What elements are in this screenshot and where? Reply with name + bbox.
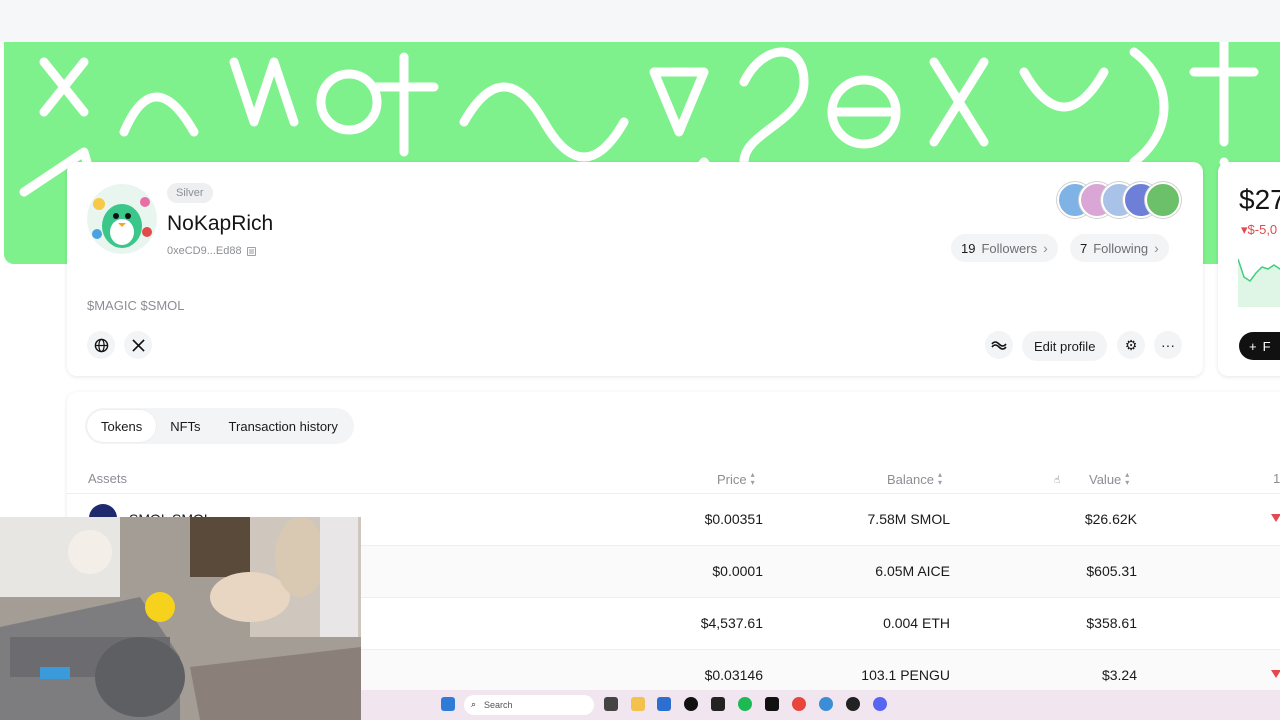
portfolio-change-value: $-5,0: [1247, 222, 1278, 237]
capcut-icon[interactable]: [711, 697, 725, 711]
token-value: $358.61: [1086, 615, 1137, 631]
edge-icon[interactable]: [819, 697, 833, 711]
discord-icon[interactable]: [873, 697, 887, 711]
share-button[interactable]: [985, 331, 1013, 359]
column-price[interactable]: Price ▴ ▾: [717, 471, 755, 487]
following-link[interactable]: 7 Following ›: [1070, 234, 1169, 262]
taskbar-search-placeholder: Search: [484, 700, 513, 710]
copy-icon[interactable]: [246, 246, 256, 256]
plus-icon: +: [1249, 338, 1257, 354]
column-value[interactable]: Value ▴ ▾: [1089, 471, 1129, 487]
portfolio-value-card: $27 ▾$-5,0 + F: [1218, 162, 1280, 376]
windows-start-icon[interactable]: [441, 697, 455, 711]
sort-icon: ▴ ▾: [1125, 470, 1130, 487]
token-balance: 103.1 PENGU: [861, 667, 950, 683]
spotify-icon[interactable]: [738, 697, 752, 711]
x-social-button[interactable]: [124, 331, 152, 359]
task-view-icon[interactable]: [604, 697, 618, 711]
more-options-button[interactable]: ···: [1154, 331, 1182, 359]
gear-icon: ⚙: [1124, 336, 1138, 353]
taskbar: ⌕ Search: [361, 690, 1280, 720]
tier-badge: Silver: [167, 183, 213, 203]
followers-label: Followers: [981, 240, 1038, 256]
token-balance: 0.004 ETH: [883, 615, 950, 631]
token-price: $0.0001: [712, 563, 763, 579]
chrome-icon[interactable]: [792, 697, 806, 711]
sort-icon: ▴ ▾: [937, 470, 942, 487]
portfolio-value: $27: [1239, 184, 1280, 215]
portfolio-sparkline: [1238, 258, 1280, 307]
file-explorer-icon[interactable]: [631, 697, 645, 711]
following-count: 7: [1080, 240, 1088, 256]
token-balance: 6.05M AICE: [875, 563, 950, 579]
mail-icon[interactable]: [657, 697, 671, 711]
token-price: $4,537.61: [700, 615, 763, 631]
token-value: $26.62K: [1084, 511, 1137, 527]
obs-icon[interactable]: [846, 697, 860, 711]
edit-profile-button[interactable]: Edit profile: [1022, 331, 1108, 361]
tiktok-icon[interactable]: [765, 697, 779, 711]
token-balance: 7.58M SMOL: [867, 511, 950, 527]
trend-down-icon: [1271, 670, 1280, 678]
tab-transaction-history[interactable]: Transaction history: [215, 410, 352, 442]
token-price: $0.00351: [704, 511, 763, 527]
wave-icon: [991, 341, 1007, 350]
trend-down-icon: [1271, 514, 1280, 522]
profile-username: NoKapRich: [167, 212, 274, 235]
more-horizontal-icon: ···: [1161, 337, 1175, 353]
globe-icon: [94, 338, 108, 352]
tab-nfts[interactable]: NFTs: [156, 410, 214, 442]
token-value: $605.31: [1086, 563, 1137, 579]
alien-app-icon[interactable]: [684, 697, 698, 711]
chevron-right-icon: ›: [1154, 240, 1159, 256]
table-header: Assets Price ▴ ▾ Balance ▴ ▾ Value ▴ ▾ 1: [67, 464, 1280, 494]
profile-bio: $MAGIC $SMOL: [87, 298, 185, 313]
portfolio-change: ▾$-5,0: [1241, 222, 1278, 237]
wallet-address[interactable]: 0xeCD9...Ed88: [167, 245, 256, 257]
mouse-cursor-icon: ☝: [1054, 475, 1061, 486]
column-balance[interactable]: Balance ▴ ▾: [887, 471, 942, 487]
badge-stack[interactable]: [1057, 182, 1183, 218]
column-extra: 1: [1273, 471, 1280, 486]
wallet-address-text: 0xeCD9...Ed88: [167, 245, 242, 257]
x-logo-icon: [131, 338, 145, 352]
settings-button[interactable]: ⚙: [1117, 331, 1145, 359]
badge-icon: [1145, 182, 1181, 218]
taskbar-search[interactable]: ⌕ Search: [464, 695, 594, 715]
followers-count: 19: [961, 240, 976, 256]
follow-button[interactable]: + F: [1239, 332, 1280, 360]
chevron-right-icon: ›: [1043, 240, 1048, 256]
followers-link[interactable]: 19 Followers ›: [951, 234, 1058, 262]
tab-tokens[interactable]: Tokens: [87, 410, 157, 442]
sort-icon: ▴ ▾: [750, 470, 755, 487]
search-icon: ⌕: [471, 699, 477, 709]
column-assets: Assets: [88, 471, 128, 486]
browser-top-area: [0, 0, 1280, 42]
follow-button-label: F: [1262, 338, 1271, 354]
token-price: $0.03146: [704, 667, 763, 683]
asset-tabs: Tokens NFTs Transaction history: [85, 408, 354, 444]
token-value: $3.24: [1101, 667, 1137, 683]
avatar[interactable]: [87, 184, 157, 254]
webcam-overlay: [0, 517, 361, 720]
profile-card: Silver NoKapRich 0xeCD9...Ed88 19 Follow…: [67, 162, 1203, 376]
website-button[interactable]: [87, 331, 115, 359]
following-label: Following: [1093, 240, 1149, 256]
